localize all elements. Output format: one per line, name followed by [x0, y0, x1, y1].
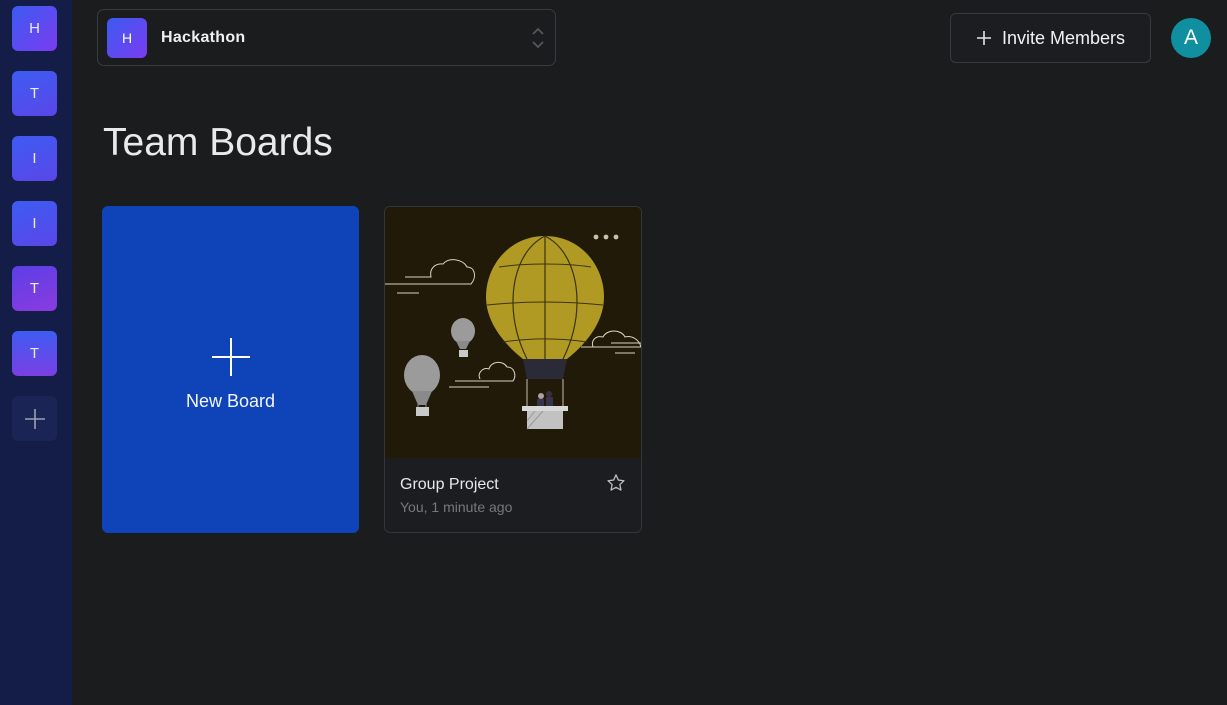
- invite-members-button[interactable]: Invite Members: [950, 13, 1151, 63]
- more-options-icon[interactable]: [591, 229, 621, 245]
- workspace-item[interactable]: T: [12, 71, 57, 116]
- add-workspace-button[interactable]: [12, 396, 57, 441]
- board-name: Group Project: [400, 476, 499, 493]
- board-card[interactable]: Group Project You, 1 minute ago: [384, 206, 642, 533]
- page-title: Team Boards: [103, 121, 333, 164]
- workspace-item[interactable]: I: [12, 201, 57, 246]
- plus-icon: [976, 31, 991, 45]
- board-thumbnail: [385, 207, 641, 458]
- workspace-item[interactable]: T: [12, 331, 57, 376]
- workspace-initial: I: [32, 150, 37, 167]
- new-board-button[interactable]: New Board: [102, 206, 359, 533]
- invite-members-label: Invite Members: [1001, 27, 1126, 48]
- workspace-initial: I: [32, 215, 37, 232]
- workspace-initial: T: [29, 280, 40, 297]
- new-board-label: New Board: [185, 391, 276, 411]
- user-initial: A: [1183, 26, 1198, 49]
- workspace-sidebar: H T I I T T: [0, 0, 72, 705]
- workspace-initial: T: [29, 85, 40, 102]
- workspace-initial: T: [29, 345, 40, 362]
- board-meta: You, 1 minute ago: [400, 499, 513, 515]
- chevron-up-down-icon: [532, 27, 544, 49]
- org-switcher[interactable]: H Hackathon: [97, 9, 556, 66]
- user-avatar[interactable]: A: [1171, 18, 1211, 58]
- workspace-item[interactable]: H: [12, 6, 57, 51]
- org-avatar: H: [107, 17, 147, 58]
- workspace-item[interactable]: T: [12, 266, 57, 311]
- org-initial: H: [121, 29, 133, 46]
- workspace-item[interactable]: I: [12, 136, 57, 181]
- plus-icon: [24, 408, 45, 429]
- org-name: Hackathon: [161, 28, 246, 46]
- plus-icon: [212, 338, 250, 376]
- workspace-initial: H: [29, 20, 40, 37]
- star-icon[interactable]: [605, 472, 627, 494]
